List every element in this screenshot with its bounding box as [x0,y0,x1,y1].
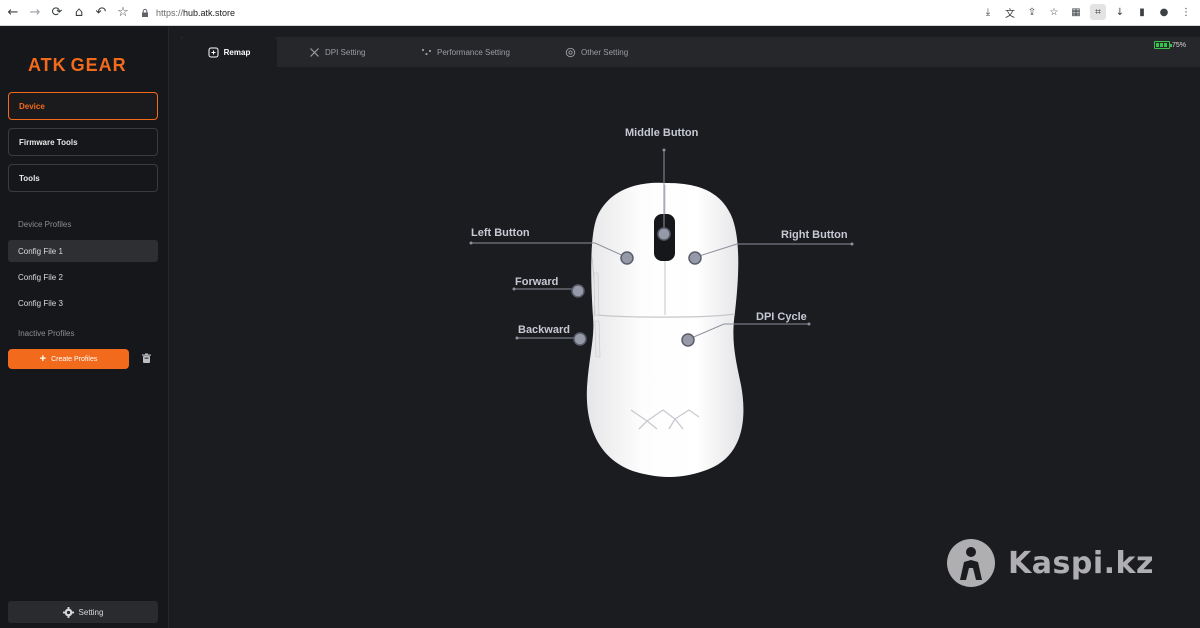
star-icon[interactable]: ☆ [1046,4,1062,20]
nav-firmware-tools[interactable]: Firmware Tools [8,128,158,156]
right-button-hotspot[interactable] [688,251,702,265]
atk-gear-logo: ATK GEAR [28,55,127,75]
tab-other-label: Other Setting [581,47,629,57]
other-setting-icon [565,47,576,57]
profile-icon[interactable]: ● [1156,4,1172,20]
battery-icon [1153,41,1172,49]
tab-dpi-label: DPI Setting [325,47,366,57]
tab-remap[interactable]: Remap [181,37,277,67]
backward-label[interactable]: Backward [518,324,570,336]
tab-performance-setting[interactable]: Performance Setting [421,37,510,67]
kaspi-logo-icon [947,539,995,587]
tab-dpi-setting[interactable]: DPI Setting [309,37,365,67]
home-icon[interactable]: ⌂ [70,4,88,22]
dpi-cycle-hotspot[interactable] [681,333,695,347]
forward-hotspot[interactable] [571,284,585,298]
gear-icon [62,606,74,618]
tab-other-setting[interactable]: Other Setting [565,37,628,67]
bookmark-star-icon[interactable]: ☆ [114,4,132,22]
tab-remap-label: Remap [223,47,251,57]
watermark: Kaspi.kz [946,538,1154,588]
create-profiles-button[interactable]: + Create Profiles [8,349,129,369]
download-icon[interactable]: ↓ [1112,4,1128,20]
install-icon[interactable]: ⤓ [980,4,996,20]
trash-icon[interactable] [141,353,152,364]
tab-performance-label: Performance Setting [437,47,510,57]
url-host: hub.atk.store [183,7,236,18]
tab-bar: Remap DPI Setting Performance Setting Ot… [169,27,1200,67]
dpi-icon [310,47,319,57]
reload-icon[interactable]: ⟳ [48,4,66,22]
back-icon[interactable]: ← [4,4,22,22]
inactive-profiles-heading: Inactive Profiles [18,329,75,338]
right-button-label[interactable]: Right Button [781,229,848,241]
dpi-cycle-label[interactable]: DPI Cycle [756,311,807,323]
crop-icon[interactable]: ⌗ [1090,4,1106,20]
menu-icon[interactable]: ⋮ [1178,4,1194,20]
left-button-hotspot[interactable] [620,251,634,265]
browser-toolbar: ← → ⟳ ⌂ ↶ ☆ https://hub.atk.store ⤓ 文 ⇪ … [0,0,1200,26]
config-file-2[interactable]: Config File 2 [8,266,158,288]
remap-icon [208,47,219,57]
backward-hotspot[interactable] [573,332,587,346]
middle-button-hotspot[interactable] [657,227,671,241]
sidebar: ATK GEAR Device Firmware Tools Tools Dev… [0,27,169,628]
forward-connector [514,288,580,293]
config-file-3[interactable]: Config File 3 [8,292,158,314]
left-button-label[interactable]: Left Button [471,227,530,239]
share-icon[interactable]: ⇪ [1024,4,1040,20]
nav-tools[interactable]: Tools [8,164,158,192]
battery-indicator: 75% [1153,41,1186,49]
translate-icon[interactable]: 文 [1002,4,1018,20]
app-root: ← → ⟳ ⌂ ↶ ☆ https://hub.atk.store ⤓ 文 ⇪ … [0,0,1200,628]
lock-icon [140,8,150,18]
undo-icon[interactable]: ↶ [92,4,110,22]
forward-label[interactable]: Forward [515,276,558,288]
nav-device[interactable]: Device [8,92,158,120]
device-profiles-heading: Device Profiles [18,220,72,229]
extensions-icon[interactable]: ▦ [1068,4,1084,20]
url-scheme: https:// [156,7,184,18]
watermark-text: Kaspi.kz [1008,545,1154,581]
performance-icon [421,48,432,55]
forward-icon[interactable]: → [26,4,44,22]
setting-button[interactable]: Setting [8,601,158,623]
sidepanel-icon[interactable]: ▮ [1134,4,1150,20]
browser-actions: ⤓ 文 ⇪ ☆ ▦ ⌗ ↓ ▮ ● ⋮ [980,4,1194,20]
setting-label: Setting [78,607,104,617]
middle-button-label[interactable]: Middle Button [625,127,698,139]
address-bar[interactable]: https://hub.atk.store [140,4,235,22]
battery-percent: 75% [1171,41,1186,49]
create-profiles-label: Create Profiles [51,355,98,363]
config-file-1[interactable]: Config File 1 [8,240,158,262]
plus-icon: + [39,353,47,365]
browser-nav: ← → ⟳ ⌂ ↶ ☆ [0,4,132,22]
